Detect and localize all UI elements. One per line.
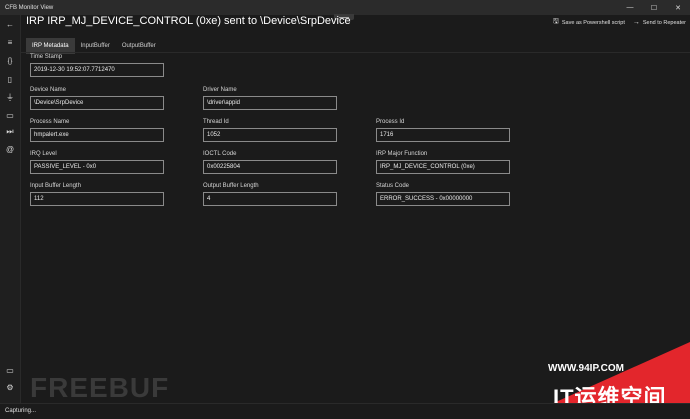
- ioctl-code-label: IOCTL Code: [203, 151, 237, 157]
- device-name-input[interactable]: \Device\SrpDevice: [30, 96, 164, 110]
- process-id-field: Process Id 1716: [376, 118, 510, 142]
- device-name-field: Device Name \Device\SrpDevice: [30, 86, 164, 110]
- irp-major-function-label: IRP Major Function: [376, 151, 428, 157]
- output-buffer-length-input[interactable]: 4: [203, 192, 337, 206]
- message-icon[interactable]: ▭: [3, 364, 17, 376]
- page-title: IRP IRP_MJ_DEVICE_CONTROL (0xe) sent to …: [26, 15, 351, 27]
- header-actions: 🖫 Save as Powershell script → Send to Re…: [553, 17, 686, 28]
- document-icon[interactable]: ▯: [3, 73, 17, 85]
- irq-level-input[interactable]: PASSIVE_LEVEL - 0x0: [30, 160, 164, 174]
- maximize-icon[interactable]: ☐: [642, 0, 666, 15]
- driver-name-label: Driver Name: [203, 87, 237, 93]
- close-icon[interactable]: ✕: [666, 0, 690, 15]
- status-code-label: Status Code: [376, 183, 410, 189]
- time-stamp-label: Time Stamp: [30, 54, 63, 60]
- process-id-label: Process Id: [376, 119, 405, 125]
- gear-icon[interactable]: ⚙: [3, 381, 17, 393]
- note-icon[interactable]: ▭: [3, 109, 17, 121]
- irp-major-function-field: IRP Major Function IRP_MJ_DEVICE_CONTROL…: [376, 150, 510, 174]
- save-powershell-button[interactable]: 🖫 Save as Powershell script: [553, 17, 625, 28]
- status-bar: Capturing...: [0, 403, 690, 419]
- time-stamp-input[interactable]: 2019-12-30 19:52:07.7712470: [30, 63, 164, 77]
- input-buffer-length-field: Input Buffer Length 112: [30, 182, 164, 206]
- driver-name-input[interactable]: \driver\appid: [203, 96, 337, 110]
- irq-level-label: IRQ Level: [30, 151, 57, 157]
- process-id-input[interactable]: 1716: [376, 128, 510, 142]
- watermark-url: WWW.94IP.COM: [548, 363, 624, 374]
- output-buffer-length-field: Output Buffer Length 4: [203, 182, 337, 206]
- freebuf-watermark: FREEBUF: [30, 372, 170, 403]
- save-powershell-label: Save as Powershell script: [561, 19, 625, 26]
- time-stamp-field: Time Stamp 2019-12-30 19:52:07.7712470: [30, 53, 164, 77]
- status-code-field: Status Code ERROR_SUCCESS - 0x00000000: [376, 182, 510, 206]
- status-code-input[interactable]: ERROR_SUCCESS - 0x00000000: [376, 192, 510, 206]
- driver-name-field: Driver Name \driver\appid: [203, 86, 337, 110]
- plug-icon[interactable]: ⏚: [3, 91, 17, 103]
- thread-id-field: Thread Id 1052: [203, 118, 337, 142]
- window-title: CFB Monitor View: [5, 4, 54, 11]
- hamburger-menu-icon[interactable]: ≡: [3, 36, 17, 48]
- send-to-repeater-button[interactable]: → Send to Repeater: [633, 17, 686, 28]
- thread-id-label: Thread Id: [203, 119, 229, 125]
- process-name-label: Process Name: [30, 119, 70, 125]
- back-arrow-icon[interactable]: ←: [3, 18, 17, 30]
- minimize-icon[interactable]: —: [618, 0, 642, 15]
- step-forward-icon[interactable]: ⏭: [3, 126, 17, 138]
- output-buffer-length-label: Output Buffer Length: [203, 183, 259, 189]
- send-to-repeater-label: Send to Repeater: [642, 19, 686, 26]
- irq-level-field: IRQ Level PASSIVE_LEVEL - 0x0: [30, 150, 164, 174]
- process-name-field: Process Name hmpalert.exe: [30, 118, 164, 142]
- status-text: Capturing...: [5, 408, 37, 414]
- irp-major-function-input[interactable]: IRP_MJ_DEVICE_CONTROL (0xe): [376, 160, 510, 174]
- ioctl-code-input[interactable]: 0x00225804: [203, 160, 337, 174]
- window-controls: — ☐ ✕: [618, 0, 690, 15]
- input-buffer-length-input[interactable]: 112: [30, 192, 164, 206]
- save-icon: 🖫: [552, 18, 559, 25]
- at-sign-icon[interactable]: @: [3, 143, 17, 155]
- nav-rail: ← ≡ {} ▯ ⏚ ▭ ⏭ @ ▭ ⚙: [0, 15, 21, 403]
- window-titlebar: CFB Monitor View — ☐ ✕: [0, 0, 690, 15]
- process-name-input[interactable]: hmpalert.exe: [30, 128, 164, 142]
- braces-icon[interactable]: {}: [3, 55, 17, 67]
- send-arrow-icon: →: [632, 19, 640, 26]
- ioctl-code-field: IOCTL Code 0x00225804: [203, 150, 337, 174]
- thread-id-input[interactable]: 1052: [203, 128, 337, 142]
- input-buffer-length-label: Input Buffer Length: [30, 183, 81, 189]
- device-name-label: Device Name: [30, 87, 67, 93]
